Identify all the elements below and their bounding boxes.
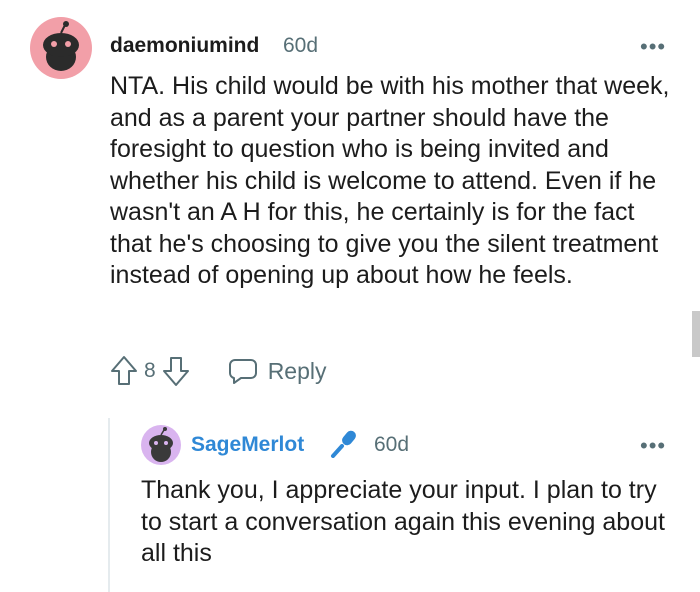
upvote-icon[interactable] bbox=[110, 355, 138, 387]
reply-body: Thank you, I appreciate your input. I pl… bbox=[141, 476, 665, 567]
reply-timestamp: 60d bbox=[374, 433, 410, 456]
vote-count: 8 bbox=[144, 359, 156, 382]
reply-user-avatar[interactable] bbox=[141, 425, 181, 465]
downvote-icon[interactable] bbox=[162, 355, 190, 387]
comment-body: NTA. His child would be with his mother … bbox=[110, 72, 670, 289]
thread-line[interactable] bbox=[108, 418, 110, 592]
reply-more-button[interactable]: ••• bbox=[640, 435, 666, 457]
reply-button[interactable]: Reply bbox=[228, 357, 327, 385]
reply-label: Reply bbox=[267, 357, 327, 384]
comment-timestamp: 60d bbox=[283, 34, 319, 57]
comment-username[interactable]: daemoniumind bbox=[110, 34, 259, 58]
scrollbar-thumb[interactable] bbox=[692, 311, 700, 357]
comment-more-button[interactable]: ••• bbox=[640, 36, 666, 58]
reply-username[interactable]: SageMerlot bbox=[191, 433, 304, 457]
user-avatar[interactable] bbox=[30, 17, 92, 79]
comment-actions: 8 Reply bbox=[110, 355, 327, 387]
snoo-avatar-icon bbox=[43, 21, 79, 71]
microphone-icon bbox=[330, 428, 360, 458]
speech-bubble-icon bbox=[228, 357, 258, 385]
snoo-avatar-icon bbox=[149, 427, 173, 462]
